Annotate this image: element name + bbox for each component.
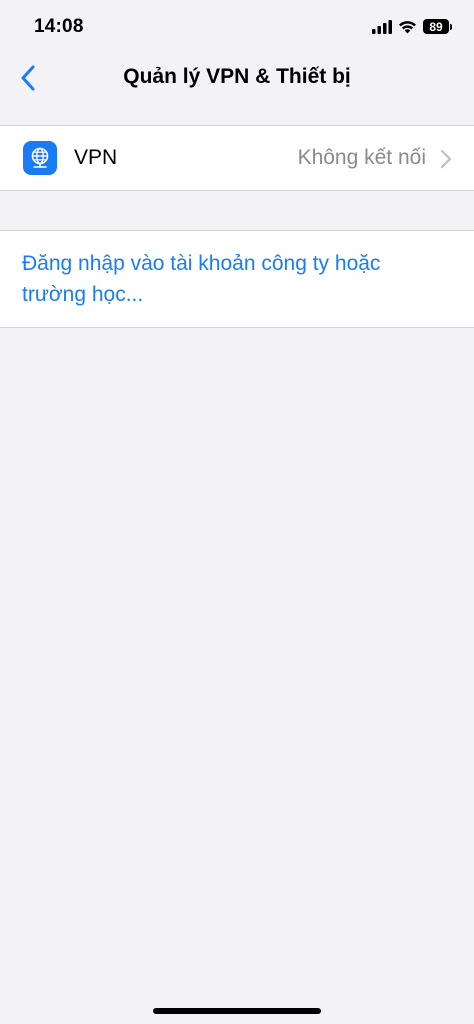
chevron-right-icon: [440, 149, 452, 169]
vpn-row[interactable]: VPN Không kết nối: [0, 126, 474, 190]
vpn-globe-icon: [23, 141, 57, 175]
status-time: 14:08: [34, 16, 84, 37]
navigation-bar: Quản lý VPN & Thiết bị: [0, 56, 474, 102]
status-icons: 89: [372, 19, 452, 34]
vpn-group: VPN Không kết nối: [0, 125, 474, 191]
page-title: Quản lý VPN & Thiết bị: [123, 65, 351, 88]
wifi-icon: [399, 20, 416, 33]
vpn-label: VPN: [74, 146, 118, 169]
signin-group: Đăng nhập vào tài khoản công ty hoặc trư…: [0, 230, 474, 328]
battery-level: 89: [423, 19, 449, 34]
signal-icon: [372, 19, 392, 34]
sign-in-work-school-link[interactable]: Đăng nhập vào tài khoản công ty hoặc trư…: [22, 248, 442, 310]
vpn-status: Không kết nối: [297, 146, 426, 169]
status-bar: 14:08 89: [0, 0, 474, 56]
home-indicator[interactable]: [153, 1008, 321, 1014]
battery-icon: 89: [423, 19, 452, 34]
